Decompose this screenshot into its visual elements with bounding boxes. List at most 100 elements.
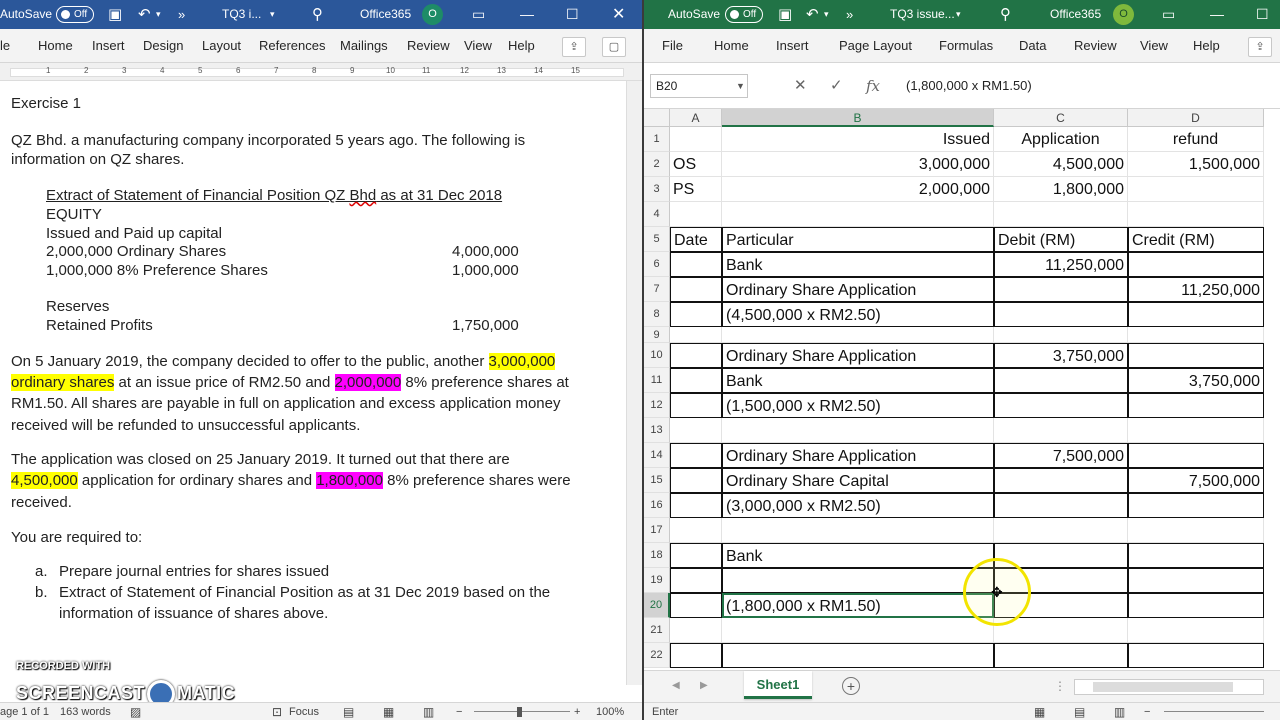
tab-help[interactable]: Help (1193, 29, 1220, 63)
horizontal-ruler[interactable]: 1 2 3 4 5 6 7 8 9 10 11 12 13 14 15 (0, 63, 642, 81)
cell-b21[interactable] (722, 618, 994, 643)
vertical-scrollbar[interactable] (626, 81, 642, 685)
save-icon[interactable]: ▣ (108, 0, 122, 29)
document-name[interactable]: TQ3 issue... (890, 0, 955, 29)
cell-c11[interactable] (994, 368, 1128, 393)
account-avatar[interactable]: O (422, 4, 443, 25)
confirm-entry-icon[interactable]: ✓ (830, 74, 843, 98)
cell-b16[interactable]: (3,000,000 x RM2.50) (722, 493, 994, 518)
cell-c3[interactable]: 1,800,000 (994, 177, 1128, 202)
tab-review[interactable]: Review (1074, 29, 1117, 63)
page-break-view-icon[interactable]: ▥ (1114, 703, 1125, 720)
tab-review[interactable]: Review (407, 29, 450, 63)
select-all-corner[interactable] (644, 109, 670, 127)
row-header-12[interactable]: 12 (644, 393, 670, 418)
read-mode-icon[interactable]: ▤ (343, 703, 354, 720)
tab-mailings[interactable]: Mailings (340, 29, 388, 63)
cell-b2[interactable]: 3,000,000 (722, 152, 994, 177)
add-sheet-icon[interactable]: + (842, 677, 860, 695)
next-sheet-icon[interactable]: ▶ (700, 677, 708, 695)
cell-d12[interactable] (1128, 393, 1264, 418)
cell-b1[interactable]: Issued (722, 127, 994, 152)
cell-b3[interactable]: 2,000,000 (722, 177, 994, 202)
cell-c15[interactable] (994, 468, 1128, 493)
focus-label[interactable]: Focus (289, 703, 319, 720)
sheet-tab-sheet1[interactable]: Sheet1 (744, 671, 812, 699)
cell-a18[interactable] (670, 543, 722, 568)
cell-a11[interactable] (670, 368, 722, 393)
row-header-17[interactable]: 17 (644, 518, 670, 543)
tab-page-layout[interactable]: Page Layout (839, 29, 912, 63)
cell-c6[interactable]: 11,250,000 (994, 252, 1128, 277)
cell-c13[interactable] (994, 418, 1128, 443)
zoom-slider[interactable] (474, 711, 570, 712)
cell-d2[interactable]: 1,500,000 (1128, 152, 1264, 177)
row-header-3[interactable]: 3 (644, 177, 670, 202)
cell-b10[interactable]: Ordinary Share Application (722, 343, 994, 368)
ribbon-display-options-icon[interactable]: ▭ (1162, 0, 1175, 29)
cell-a5[interactable]: Date (670, 227, 722, 252)
cell-c5[interactable]: Debit (RM) (994, 227, 1128, 252)
cell-c22[interactable] (994, 643, 1128, 668)
cell-a20[interactable] (670, 593, 722, 618)
row-header-4[interactable]: 4 (644, 202, 670, 227)
row-header-15[interactable]: 15 (644, 468, 670, 493)
cell-a21[interactable] (670, 618, 722, 643)
cell-b18[interactable]: Bank (722, 543, 994, 568)
cell-d7[interactable]: 11,250,000 (1128, 277, 1264, 302)
tab-formulas[interactable]: Formulas (939, 29, 993, 63)
cell-d5[interactable]: Credit (RM) (1128, 227, 1264, 252)
tab-home[interactable]: Home (38, 29, 73, 63)
tab-data[interactable]: Data (1019, 29, 1046, 63)
search-icon[interactable]: ⚲ (1000, 0, 1011, 29)
row-header-9[interactable]: 9 (644, 327, 670, 343)
cell-d15[interactable]: 7,500,000 (1128, 468, 1264, 493)
row-header-21[interactable]: 21 (644, 618, 670, 643)
share-icon[interactable]: ⇪ (562, 37, 586, 57)
formula-input[interactable]: (1,800,000 x RM1.50) (906, 74, 1032, 98)
account-avatar[interactable]: O (1113, 4, 1134, 25)
cell-d1[interactable]: refund (1128, 127, 1264, 152)
cell-b4[interactable] (722, 202, 994, 227)
tab-file[interactable]: le (0, 29, 10, 63)
previous-sheet-icon[interactable]: ◀ (672, 677, 680, 695)
row-header-20[interactable]: 20 (644, 593, 670, 618)
cell-a8[interactable] (670, 302, 722, 327)
row-header-8[interactable]: 8 (644, 302, 670, 327)
row-header-6[interactable]: 6 (644, 252, 670, 277)
minimize-icon[interactable]: — (520, 0, 534, 29)
cell-b15[interactable]: Ordinary Share Capital (722, 468, 994, 493)
document-name-dropdown-icon[interactable]: ▾ (956, 0, 961, 29)
column-header-b[interactable]: B (722, 109, 994, 127)
cell-d14[interactable] (1128, 443, 1264, 468)
close-icon[interactable]: ✕ (612, 0, 625, 29)
name-box[interactable]: B20 (650, 74, 748, 98)
zoom-slider[interactable] (1164, 711, 1264, 712)
tab-references[interactable]: References (259, 29, 325, 63)
cell-c21[interactable] (994, 618, 1128, 643)
print-layout-icon[interactable]: ▦ (383, 703, 394, 720)
column-header-a[interactable]: A (670, 109, 722, 127)
cell-b5[interactable]: Particular (722, 227, 994, 252)
cell-d19[interactable] (1128, 568, 1264, 593)
cell-a13[interactable] (670, 418, 722, 443)
cell-b6[interactable]: Bank (722, 252, 994, 277)
cell-a9[interactable] (670, 327, 722, 343)
document-name-dropdown-icon[interactable]: ▾ (270, 0, 275, 29)
cell-d4[interactable] (1128, 202, 1264, 227)
zoom-level[interactable]: 100% (596, 703, 624, 720)
cell-a4[interactable] (670, 202, 722, 227)
row-header-10[interactable]: 10 (644, 343, 670, 368)
cell-d22[interactable] (1128, 643, 1264, 668)
tab-layout[interactable]: Layout (202, 29, 241, 63)
search-icon[interactable]: ⚲ (312, 0, 323, 29)
cell-a14[interactable] (670, 443, 722, 468)
cell-c7[interactable] (994, 277, 1128, 302)
cell-b17[interactable] (722, 518, 994, 543)
share-icon[interactable]: ⇪ (1248, 37, 1272, 57)
cell-d8[interactable] (1128, 302, 1264, 327)
account-name[interactable]: Office365 (1050, 0, 1101, 29)
document-page[interactable]: Exercise 1 QZ Bhd. a manufacturing compa… (0, 81, 626, 685)
page-layout-view-icon[interactable]: ▤ (1074, 703, 1085, 720)
cancel-entry-icon[interactable]: ✕ (794, 74, 807, 98)
